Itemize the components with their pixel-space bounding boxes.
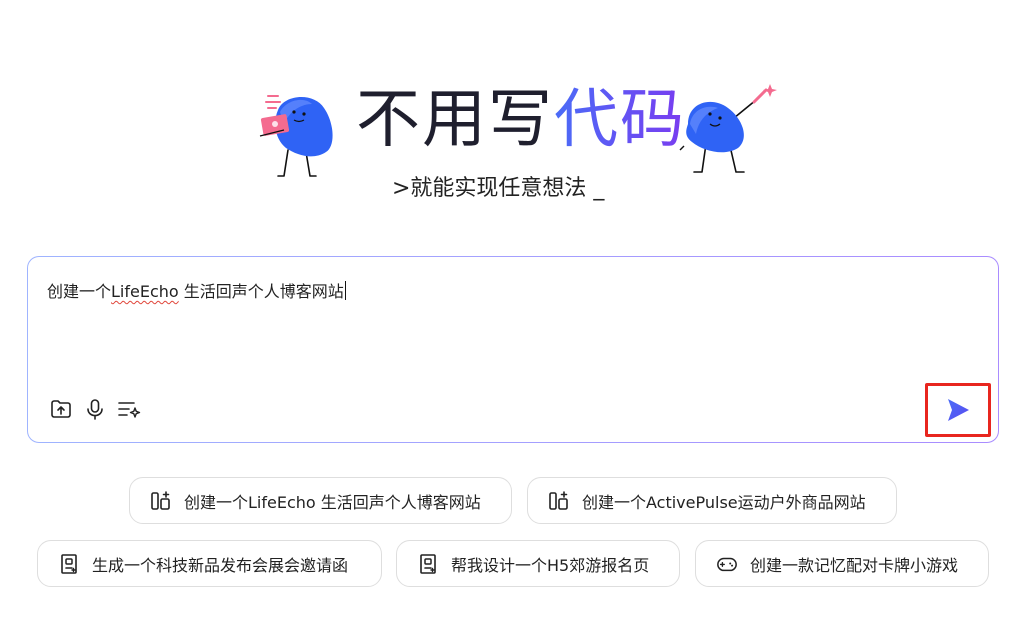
document-icon bbox=[61, 553, 77, 574]
page-title: 不用写代码 bbox=[356, 82, 686, 158]
suggestion-chip-2[interactable]: 创建一个ActivePulse运动户外商品网站 bbox=[527, 477, 897, 524]
suggestion-chip-label: 生成一个科技新品发布会展会邀请函 bbox=[92, 555, 349, 575]
title-plain: 不用写 bbox=[356, 83, 554, 157]
list-sparkle-icon bbox=[118, 402, 141, 418]
suggestion-chip-label: 创建一个ActivePulse运动户外商品网站 bbox=[582, 492, 866, 512]
document-icon bbox=[420, 553, 436, 574]
send-button[interactable] bbox=[943, 395, 973, 425]
prompt-text-misspelled: LifeEcho bbox=[111, 282, 179, 301]
send-button-highlight bbox=[925, 383, 991, 437]
website-icon bbox=[151, 490, 170, 510]
prompt-input-box[interactable]: 创建一个LifeEcho 生活回声个人博客网站 bbox=[27, 256, 999, 443]
title-accent: 代码 bbox=[554, 83, 686, 157]
suggestion-chip-5[interactable]: 创建一款记忆配对卡牌小游戏 bbox=[695, 540, 989, 587]
send-arrow-icon bbox=[948, 399, 969, 421]
optimize-prompt-button[interactable] bbox=[117, 397, 141, 421]
prompt-text-before: 创建一个 bbox=[47, 282, 112, 301]
microphone-icon bbox=[87, 399, 103, 420]
suggestion-chip-label: 创建一款记忆配对卡牌小游戏 bbox=[750, 555, 959, 575]
website-icon bbox=[549, 490, 568, 510]
folder-upload-icon bbox=[51, 400, 71, 418]
page-subtitle: >就能实现任意想法 _ bbox=[392, 176, 605, 201]
prompt-input-text[interactable]: 创建一个LifeEcho 生活回声个人博客网站 bbox=[47, 281, 346, 303]
text-caret bbox=[344, 281, 346, 300]
suggestion-chip-1[interactable]: 创建一个LifeEcho 生活回声个人博客网站 bbox=[129, 477, 512, 524]
suggestion-chip-label: 帮我设计一个H5郊游报名页 bbox=[451, 555, 650, 575]
suggestion-chip-label: 创建一个LifeEcho 生活回声个人博客网站 bbox=[184, 492, 481, 512]
mascot-with-laptop-icon bbox=[259, 95, 333, 177]
prompt-toolbar bbox=[49, 397, 141, 423]
hero-section: 不用写代码 >就能实现任意想法 _ bbox=[0, 70, 1033, 210]
mascot-with-brush-icon bbox=[679, 84, 777, 173]
voice-input-button[interactable] bbox=[83, 397, 107, 421]
suggestion-chip-3[interactable]: 生成一个科技新品发布会展会邀请函 bbox=[37, 540, 382, 587]
upload-button[interactable] bbox=[49, 397, 73, 421]
suggestion-chip-4[interactable]: 帮我设计一个H5郊游报名页 bbox=[396, 540, 680, 587]
prompt-text-after: 生活回声个人博客网站 bbox=[178, 282, 344, 301]
gamepad-icon bbox=[717, 557, 737, 571]
